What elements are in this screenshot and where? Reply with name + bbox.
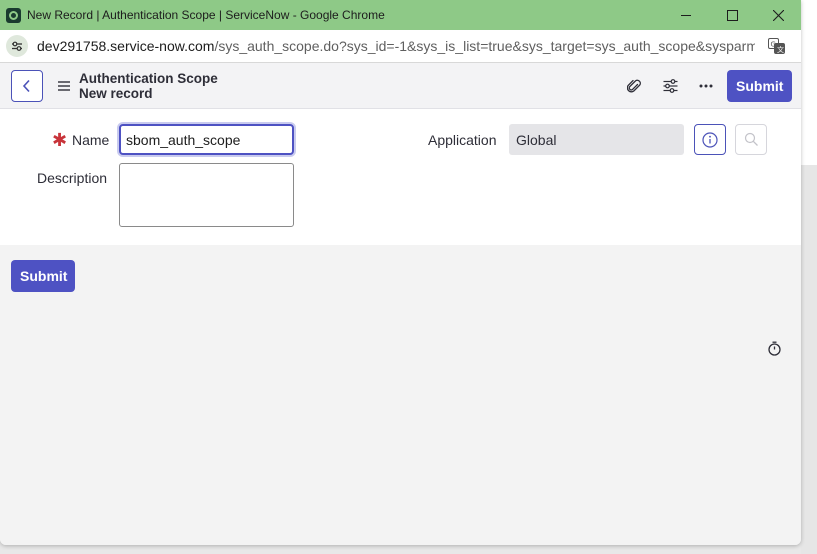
- minimize-icon: [680, 14, 691, 16]
- description-textarea[interactable]: [119, 163, 294, 227]
- name-label: Name: [72, 132, 110, 148]
- header-actions: Submit: [616, 63, 801, 109]
- form-header: Authentication Scope New record Submit: [0, 63, 801, 109]
- info-icon: [702, 131, 718, 148]
- window-title: New Record | Authentication Scope | Serv…: [27, 8, 385, 22]
- url-domain: dev291758.service-now.com: [37, 38, 215, 54]
- name-input[interactable]: [119, 124, 294, 155]
- form-footer: Submit: [0, 245, 801, 545]
- chevron-left-icon: [22, 79, 30, 92]
- more-options-button[interactable]: [688, 70, 724, 102]
- footer-submit-button[interactable]: Submit: [11, 260, 75, 292]
- personalize-form-button[interactable]: [652, 70, 688, 102]
- header-titles: Authentication Scope New record: [79, 71, 218, 101]
- maximize-button[interactable]: [709, 0, 755, 30]
- desktop-background: [801, 0, 817, 554]
- search-icon: [744, 132, 758, 146]
- hamburger-icon[interactable]: [58, 80, 70, 91]
- attachment-button[interactable]: [616, 70, 652, 102]
- paperclip-icon: [627, 79, 641, 93]
- url-field[interactable]: dev291758.service-now.com/sys_auth_scope…: [37, 38, 755, 54]
- close-icon: [772, 9, 784, 21]
- application-info-button[interactable]: [694, 124, 726, 155]
- stopwatch-icon[interactable]: [767, 341, 782, 356]
- ellipsis-icon: [699, 84, 713, 88]
- window-controls: [663, 0, 801, 30]
- browser-window: New Record | Authentication Scope | Serv…: [0, 0, 801, 545]
- maximize-icon: [726, 9, 738, 21]
- url-path: /sys_auth_scope.do?sys_id=-1&sys_is_list…: [214, 38, 755, 54]
- application-lookup-button[interactable]: [735, 124, 767, 155]
- form-subtitle: New record: [79, 85, 153, 101]
- svg-text:G: G: [771, 41, 776, 49]
- application-label: Application: [428, 132, 497, 148]
- minimize-button[interactable]: [663, 0, 709, 30]
- application-field: Global: [509, 124, 684, 155]
- servicenow-app-icon: [6, 7, 21, 23]
- address-bar: dev291758.service-now.com/sys_auth_scope…: [0, 30, 801, 63]
- form-body: ✱ Name Description Application Global: [0, 109, 801, 245]
- translate-icon[interactable]: G 文: [768, 38, 785, 54]
- description-label: Description: [37, 170, 108, 186]
- required-indicator: ✱: [52, 130, 68, 150]
- sliders-icon: [663, 79, 677, 93]
- header-submit-button[interactable]: Submit: [727, 70, 792, 102]
- svg-text:文: 文: [777, 45, 784, 54]
- close-window-button[interactable]: [755, 0, 801, 30]
- site-info-button[interactable]: [6, 35, 28, 57]
- back-button[interactable]: [11, 69, 43, 102]
- title-bar: New Record | Authentication Scope | Serv…: [0, 0, 801, 30]
- tune-icon: [12, 41, 22, 51]
- form-title: Authentication Scope: [79, 70, 218, 86]
